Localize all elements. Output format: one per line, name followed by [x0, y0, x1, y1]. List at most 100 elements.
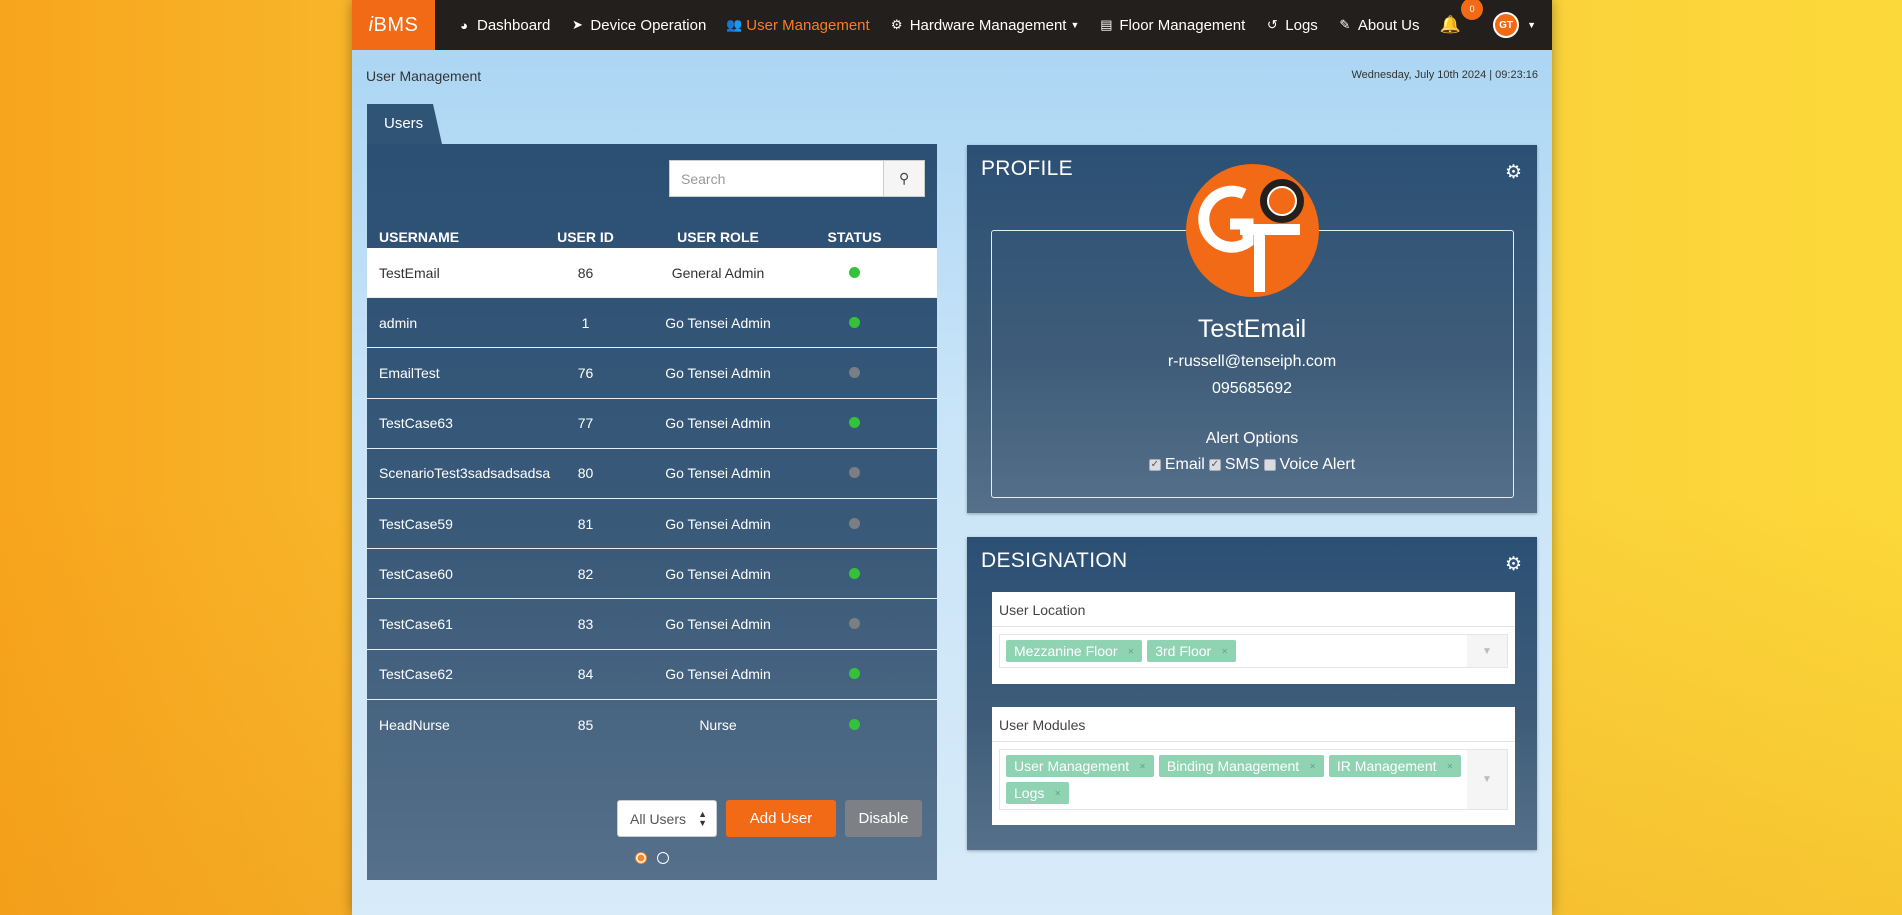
table-row[interactable]: TestCase62 84 Go Tensei Admin: [367, 650, 937, 700]
users-table-body: TestEmail 86 General Admin admin 1 Go Tensei …: [367, 248, 937, 750]
column-status[interactable]: STATUS: [807, 229, 902, 245]
status-dot-icon: [849, 366, 860, 378]
cell-user-role: General Admin: [671, 264, 765, 281]
alert-voice-checkbox[interactable]: Voice Alert: [1263, 456, 1355, 474]
table-row[interactable]: admin 1 Go Tensei Admin: [367, 298, 937, 349]
alert-sms-checkbox[interactable]: ✓ SMS: [1208, 456, 1260, 474]
nav-device-operation[interactable]: ➤ Device Operation: [560, 0, 716, 50]
tag-chip: IR Management ✕: [1328, 755, 1462, 777]
nav-about-us[interactable]: ✎ About Us: [1328, 0, 1430, 50]
cell-user-role: Go Tensei Admin: [665, 615, 771, 632]
profile-panel: PROFILE ⚙ TestEmail r-russell@tenseiph.c…: [967, 145, 1537, 513]
column-user-id[interactable]: USER ID: [542, 229, 629, 245]
cell-status: [807, 415, 902, 431]
remove-tag-icon[interactable]: ✕: [1309, 762, 1316, 771]
user-modules-select[interactable]: User Management ✕ Binding Management ✕ IR Ma…: [999, 749, 1508, 810]
user-modules-label: User Modules: [992, 707, 1515, 742]
cell-username: TestCase59: [379, 515, 453, 532]
tab-users[interactable]: Users: [367, 104, 442, 144]
cell-username: TestCase62: [379, 666, 453, 683]
checkbox-checked-icon: ✓: [1148, 459, 1161, 471]
tag-chip: 3rd Floor ✕: [1147, 640, 1236, 662]
remove-tag-icon[interactable]: ✕: [1054, 789, 1061, 798]
cell-status: [807, 666, 902, 682]
notifications-button[interactable]: 🔔 0: [1440, 0, 1484, 35]
table-row[interactable]: TestCase60 82 Go Tensei Admin: [367, 549, 937, 600]
status-dot-icon: [849, 266, 860, 278]
cell-user-id: 82: [577, 565, 594, 582]
cell-user-id: 86: [577, 264, 594, 281]
cell-status: [807, 365, 902, 381]
nav-user-management[interactable]: 👥 User Management: [716, 0, 879, 50]
table-row[interactable]: ScenarioTest3sadsadsadsa 80 Go Tensei Admi…: [367, 449, 937, 499]
table-row[interactable]: TestCase59 81 Go Tensei Admin: [367, 499, 937, 550]
caret-down-icon[interactable]: ▼: [1527, 20, 1536, 30]
tag-chip: Binding Management ✕: [1158, 755, 1324, 777]
remove-tag-icon[interactable]: ✕: [1221, 647, 1228, 656]
alert-email-checkbox[interactable]: ✓ Email: [1148, 456, 1205, 474]
gear-icon[interactable]: ⚙: [1505, 161, 1522, 184]
profile-phone: 095685692: [1211, 380, 1293, 397]
remove-tag-icon[interactable]: ✕: [1128, 647, 1135, 656]
pagination: [635, 852, 669, 864]
table-row[interactable]: TestCase61 83 Go Tensei Admin: [367, 599, 937, 650]
top-navbar: i BMS ◕ Dashboard ➤ Device Operation 👥 Us…: [352, 0, 1552, 50]
designation-title: DESIGNATION: [981, 549, 1128, 572]
nav-hardware-management[interactable]: ⚙ Hardware Management ▼: [880, 0, 1090, 50]
status-dot-icon: [849, 617, 860, 629]
column-user-role[interactable]: USER ROLE: [629, 229, 807, 245]
cell-user-role: Go Tensei Admin: [665, 515, 771, 532]
caret-down-icon[interactable]: ▼: [1467, 750, 1507, 809]
breadcrumb: User Management: [366, 68, 482, 84]
cell-status: [807, 616, 902, 632]
remove-tag-icon[interactable]: ✕: [1447, 762, 1454, 771]
table-row[interactable]: TestEmail 86 General Admin: [367, 248, 937, 299]
search-button[interactable]: ⚲: [883, 161, 924, 196]
cell-status: [807, 566, 902, 582]
page-dot-2[interactable]: [657, 852, 669, 864]
add-user-button[interactable]: Add User: [726, 800, 836, 837]
cell-status: [807, 265, 902, 281]
gear-icon[interactable]: ⚙: [1505, 553, 1522, 576]
column-username[interactable]: USERNAME: [367, 229, 542, 245]
search-icon: ⚲: [898, 170, 910, 186]
user-filter-select[interactable]: All Users ▲ ▼: [617, 800, 717, 837]
notification-badge: 0: [1461, 0, 1484, 20]
caret-down-icon: ▼: [1070, 20, 1080, 30]
cell-username: TestCase61: [379, 615, 453, 632]
tag-chip: User Management ✕: [1006, 755, 1154, 777]
cell-user-role: Go Tensei Admin: [665, 415, 771, 432]
table-row[interactable]: HeadNurse 85 Nurse: [367, 700, 937, 750]
status-dot-icon: [849, 517, 860, 529]
status-dot-icon: [849, 417, 860, 429]
disable-button[interactable]: Disable: [845, 800, 922, 837]
dashboard-icon: ◕: [460, 17, 468, 33]
brand-logo[interactable]: i BMS: [352, 0, 435, 50]
search-input[interactable]: [670, 161, 884, 196]
status-dot-icon: [849, 316, 860, 328]
nav-right: 🔔 0 GT ▼: [1440, 0, 1536, 50]
checkbox-checked-icon: ✓: [1208, 459, 1221, 471]
nav-floor-management[interactable]: ▤ Floor Management: [1089, 0, 1255, 50]
profile-name: TestEmail: [1197, 315, 1307, 343]
cell-username: EmailTest: [379, 364, 440, 381]
cell-username: TestCase63: [379, 415, 453, 432]
status-dot-icon: [849, 668, 860, 680]
page-dot-1[interactable]: [635, 852, 647, 864]
caret-down-icon[interactable]: ▼: [1467, 635, 1507, 667]
user-modules-field: User Modules User Management ✕ Binding Man…: [992, 707, 1515, 825]
cell-user-id: 85: [577, 716, 594, 733]
table-row[interactable]: TestCase63 77 Go Tensei Admin: [367, 399, 937, 449]
remove-tag-icon[interactable]: ✕: [1139, 762, 1146, 771]
nav-logs[interactable]: ↺ Logs: [1255, 0, 1328, 50]
user-avatar[interactable]: GT: [1493, 12, 1520, 38]
cell-username: HeadNurse: [379, 716, 450, 733]
cell-user-id: 84: [577, 666, 594, 683]
checkbox-unchecked-icon: [1263, 459, 1276, 471]
nav-dashboard[interactable]: ◕ Dashboard: [447, 0, 560, 50]
table-row[interactable]: EmailTest 76 Go Tensei Admin: [367, 348, 937, 399]
user-location-select[interactable]: Mezzanine Floor ✕ 3rd Floor ✕ ▼: [999, 634, 1508, 668]
edit-icon: ✎: [1339, 17, 1351, 32]
cell-status: [807, 465, 902, 481]
alert-options: ✓ Email ✓ SMS Voice Alert: [967, 456, 1537, 474]
